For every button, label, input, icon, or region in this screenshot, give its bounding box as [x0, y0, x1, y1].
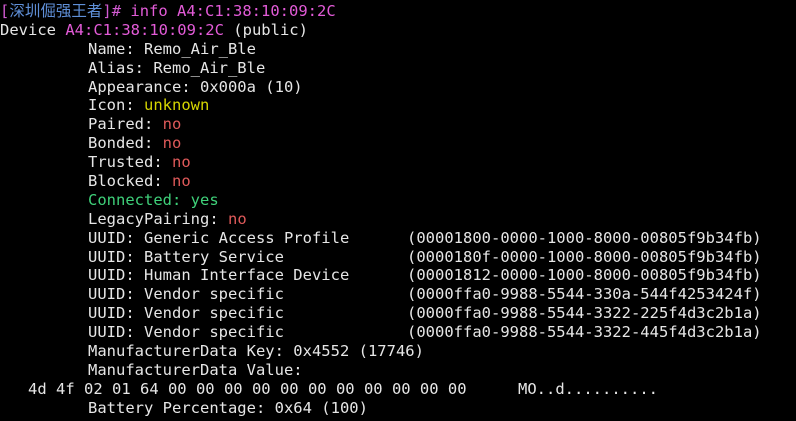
prompt-close: ]#	[102, 2, 131, 20]
device-line: Device A4:C1:38:10:09:2C (public)	[0, 21, 796, 40]
icon-key: Icon:	[88, 96, 144, 115]
prompt-user: 深圳倔强王者	[9, 2, 103, 20]
terminal-window[interactable]: [深圳倔强王者]# info A4:C1:38:10:09:2C Device …	[0, 0, 796, 421]
uuid-name: UUID: Vendor specific	[88, 323, 284, 342]
manufacturer-value-label: ManufacturerData Value:	[88, 360, 303, 379]
device-label: Device	[0, 20, 66, 39]
uuid-value: (0000180f-0000-1000-8000-00805f9b34fb)	[407, 247, 762, 266]
trusted-value: no	[172, 153, 191, 172]
legacy-pairing-line: LegacyPairing: no	[0, 210, 796, 229]
connected-value: yes	[190, 190, 219, 209]
uuid-value: (00001800-0000-1000-8000-00805f9b34fb)	[407, 228, 762, 247]
bonded-key: Bonded:	[88, 134, 163, 153]
connected-line: Connected: yes	[0, 191, 796, 210]
bonded-value: no	[162, 134, 182, 153]
uuid-value: (0000ffa0-9988-5544-3322-445f4d3c2b1a)	[407, 323, 762, 342]
uuid-line: UUID: Battery Service (0000180f-0000-1000…	[0, 248, 796, 267]
appearance-line: Appearance: 0x000a (10)	[88, 77, 303, 96]
paired-key: Paired:	[88, 115, 163, 134]
uuid-name: UUID: Battery Service	[88, 247, 284, 266]
uuid-line: UUID: Vendor specific (0000ffa0-9988-5544…	[0, 323, 796, 342]
legacy-pairing-value: no	[227, 209, 247, 228]
prompt-open-bracket: [	[0, 2, 10, 20]
manufacturer-hex-line: 4d 4f 02 01 64 00 00 00 00 00 00 00 00 0…	[0, 380, 796, 399]
manufacturer-hex-ascii: MO..d..........	[518, 379, 658, 398]
uuid-line: UUID: Human Interface Device (00001812-00…	[0, 266, 796, 285]
blocked-line: Blocked: no	[0, 172, 796, 191]
uuid-name: UUID: Generic Access Profile	[88, 228, 350, 247]
device-mac: A4:C1:38:10:09:2C	[65, 20, 224, 39]
name-line: Name: Remo_Air_Ble	[88, 39, 256, 58]
battery-percentage-line: Battery Percentage: 0x64 (100)	[88, 398, 368, 417]
icon-value: unknown	[144, 96, 210, 115]
icon-line: Icon: unknown	[0, 96, 796, 115]
trusted-key: Trusted:	[88, 153, 172, 172]
uuid-name: UUID: Vendor specific	[88, 285, 284, 304]
uuid-value: (00001812-0000-1000-8000-00805f9b34fb)	[407, 266, 762, 285]
command-text: info A4:C1:38:10:09:2C	[130, 2, 336, 20]
connected-key: Connected:	[88, 190, 191, 209]
uuid-name: UUID: Human Interface Device	[88, 266, 350, 285]
trusted-line: Trusted: no	[0, 153, 796, 172]
alias-line: Alias: Remo_Air_Ble	[88, 58, 266, 77]
command-prompt-line: [深圳倔强王者]# info A4:C1:38:10:09:2C	[0, 2, 796, 21]
blocked-value: no	[172, 172, 191, 191]
blocked-key: Blocked:	[88, 172, 172, 191]
uuid-line: UUID: Vendor specific (0000ffa0-9988-5544…	[0, 304, 796, 323]
manufacturer-key-line: ManufacturerData Key: 0x4552 (17746)	[88, 342, 424, 361]
uuid-name: UUID: Vendor specific	[88, 304, 284, 323]
legacy-pairing-key: LegacyPairing:	[88, 209, 228, 228]
uuid-line: UUID: Vendor specific (0000ffa0-9988-5544…	[0, 285, 796, 304]
uuid-line: UUID: Generic Access Profile (00001800-00…	[0, 229, 796, 248]
device-suffix: (public)	[223, 20, 308, 39]
uuid-value: (0000ffa0-9988-5544-3322-225f4d3c2b1a)	[407, 304, 762, 323]
bonded-line: Bonded: no	[0, 134, 796, 153]
manufacturer-hex-bytes: 4d 4f 02 01 64 00 00 00 00 00 00 00 00 0…	[28, 379, 467, 398]
paired-value: no	[162, 115, 182, 134]
paired-line: Paired: no	[0, 115, 796, 134]
uuid-value: (0000ffa0-9988-5544-330a-544f4253424f)	[407, 285, 762, 304]
